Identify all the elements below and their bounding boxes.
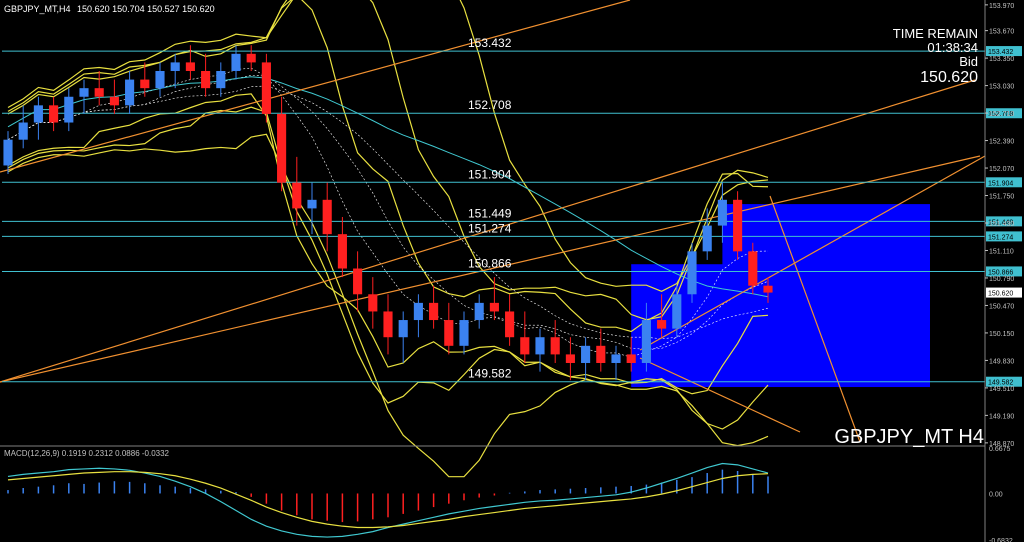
candle-body — [261, 62, 271, 114]
macd-scale-label: 0.00 — [989, 491, 1003, 498]
bid-value: 150.620 — [920, 69, 978, 86]
candle-body — [611, 354, 621, 363]
level-label: 152.708 — [468, 98, 512, 112]
candle-body — [763, 285, 773, 293]
candle-body — [292, 182, 302, 209]
candle-body — [185, 62, 195, 71]
symbol-info: GBPJPY_MT,H4 150.620 150.704 150.527 150… — [4, 4, 215, 14]
candle-body — [520, 337, 530, 355]
candle-body — [459, 320, 469, 346]
candle-body — [733, 199, 743, 252]
axis-tick-label: 149.830 — [989, 358, 1014, 365]
candle-body — [383, 311, 393, 338]
axis-tick-label: 151.430 — [989, 221, 1014, 228]
time-remain-panel: TIME REMAIN 01:38:34 Bid 150.620 — [893, 26, 978, 86]
candle-body — [444, 320, 454, 346]
candle-body — [231, 53, 241, 71]
candle-body — [596, 345, 606, 363]
level-tag-text: 151.274 — [988, 234, 1013, 241]
candle-body — [505, 311, 515, 338]
candle-body — [140, 79, 150, 89]
candle-body — [657, 320, 667, 329]
axis-tick-label: 153.350 — [989, 56, 1014, 63]
level-label: 150.866 — [468, 256, 512, 270]
candle-body — [687, 251, 697, 295]
candle-body — [353, 268, 363, 295]
time-remain-value: 01:38:34 — [927, 40, 978, 55]
axis-tick-label: 151.110 — [989, 248, 1014, 255]
current-price-text: 150.620 — [988, 291, 1013, 298]
level-tag-text: 151.904 — [988, 180, 1013, 187]
candle-body — [550, 337, 560, 355]
candle-body — [64, 96, 74, 123]
axis-tick-label: 153.030 — [989, 84, 1014, 91]
candle-body — [474, 302, 484, 321]
candle-body — [94, 88, 104, 97]
candle-body — [398, 320, 408, 338]
candle-body — [109, 96, 119, 106]
candle-body — [429, 302, 439, 321]
candle-body — [216, 70, 226, 89]
level-label: 151.274 — [468, 221, 512, 235]
candle-body — [413, 302, 423, 321]
candle-body — [702, 225, 712, 252]
candle-body — [581, 345, 591, 363]
candle-body — [535, 337, 545, 355]
candle-body — [246, 53, 256, 63]
candle-body — [125, 79, 135, 106]
macd-scale-label: 0.6675 — [989, 446, 1011, 453]
macd-scale-label: -0.6832 — [989, 538, 1013, 542]
candle-body — [717, 199, 727, 226]
candle-body — [33, 105, 43, 123]
axis-tick-label: 150.470 — [989, 303, 1014, 310]
macd-label: MACD(12,26,9) 0.1919 0.2312 0.0886 -0.03… — [4, 449, 170, 458]
trend-line — [0, 0, 631, 173]
axis-tick-label: 149.510 — [989, 386, 1014, 393]
axis-tick-label: 152.070 — [989, 166, 1014, 173]
candle-body — [489, 302, 499, 312]
level-label: 149.582 — [468, 367, 512, 381]
candle-body — [79, 88, 89, 97]
level-tag-text: 153.432 — [988, 49, 1013, 56]
candle-body — [322, 199, 332, 235]
candle-body — [641, 320, 651, 363]
level-label: 151.904 — [468, 167, 512, 181]
axis-tick-label: 153.970 — [989, 3, 1014, 10]
time-remain-label: TIME REMAIN — [893, 26, 978, 41]
moving-average — [7, 76, 769, 298]
axis-tick-label: 153.670 — [989, 29, 1014, 36]
axis-tick-label: 152.710 — [989, 111, 1014, 118]
axis-tick-label: 151.750 — [989, 194, 1014, 201]
axis-tick-label: 150.150 — [989, 331, 1014, 338]
candle-body — [748, 251, 758, 286]
candle-body — [277, 113, 287, 183]
candle-body — [170, 62, 180, 71]
candle-body — [672, 294, 682, 329]
candle-body — [18, 122, 28, 140]
candle-body — [49, 105, 59, 123]
level-label: 151.449 — [468, 206, 512, 220]
axis-tick-label: 152.390 — [989, 139, 1014, 146]
macd-pane: 0.6675 0.00 -0.6832 — [7, 446, 1013, 542]
bollinger-bands — [7, 0, 769, 478]
candle-body — [565, 354, 575, 363]
axis-tick-label: 150.790 — [989, 276, 1014, 283]
chart-watermark: GBPJPY_MT H4 — [834, 426, 984, 448]
axis-tick-label: 149.190 — [989, 413, 1014, 420]
candle-body — [3, 139, 13, 166]
candle-body — [626, 354, 636, 363]
candle-body — [201, 70, 211, 89]
candle-body — [337, 234, 347, 269]
candle-body — [155, 70, 165, 89]
candle-body — [368, 294, 378, 312]
bid-label: Bid — [959, 54, 978, 69]
level-label: 153.432 — [468, 36, 512, 50]
candle-body — [307, 199, 317, 209]
price-chart[interactable]: 153.432153.432152.708152.708151.904151.9… — [0, 0, 1024, 542]
